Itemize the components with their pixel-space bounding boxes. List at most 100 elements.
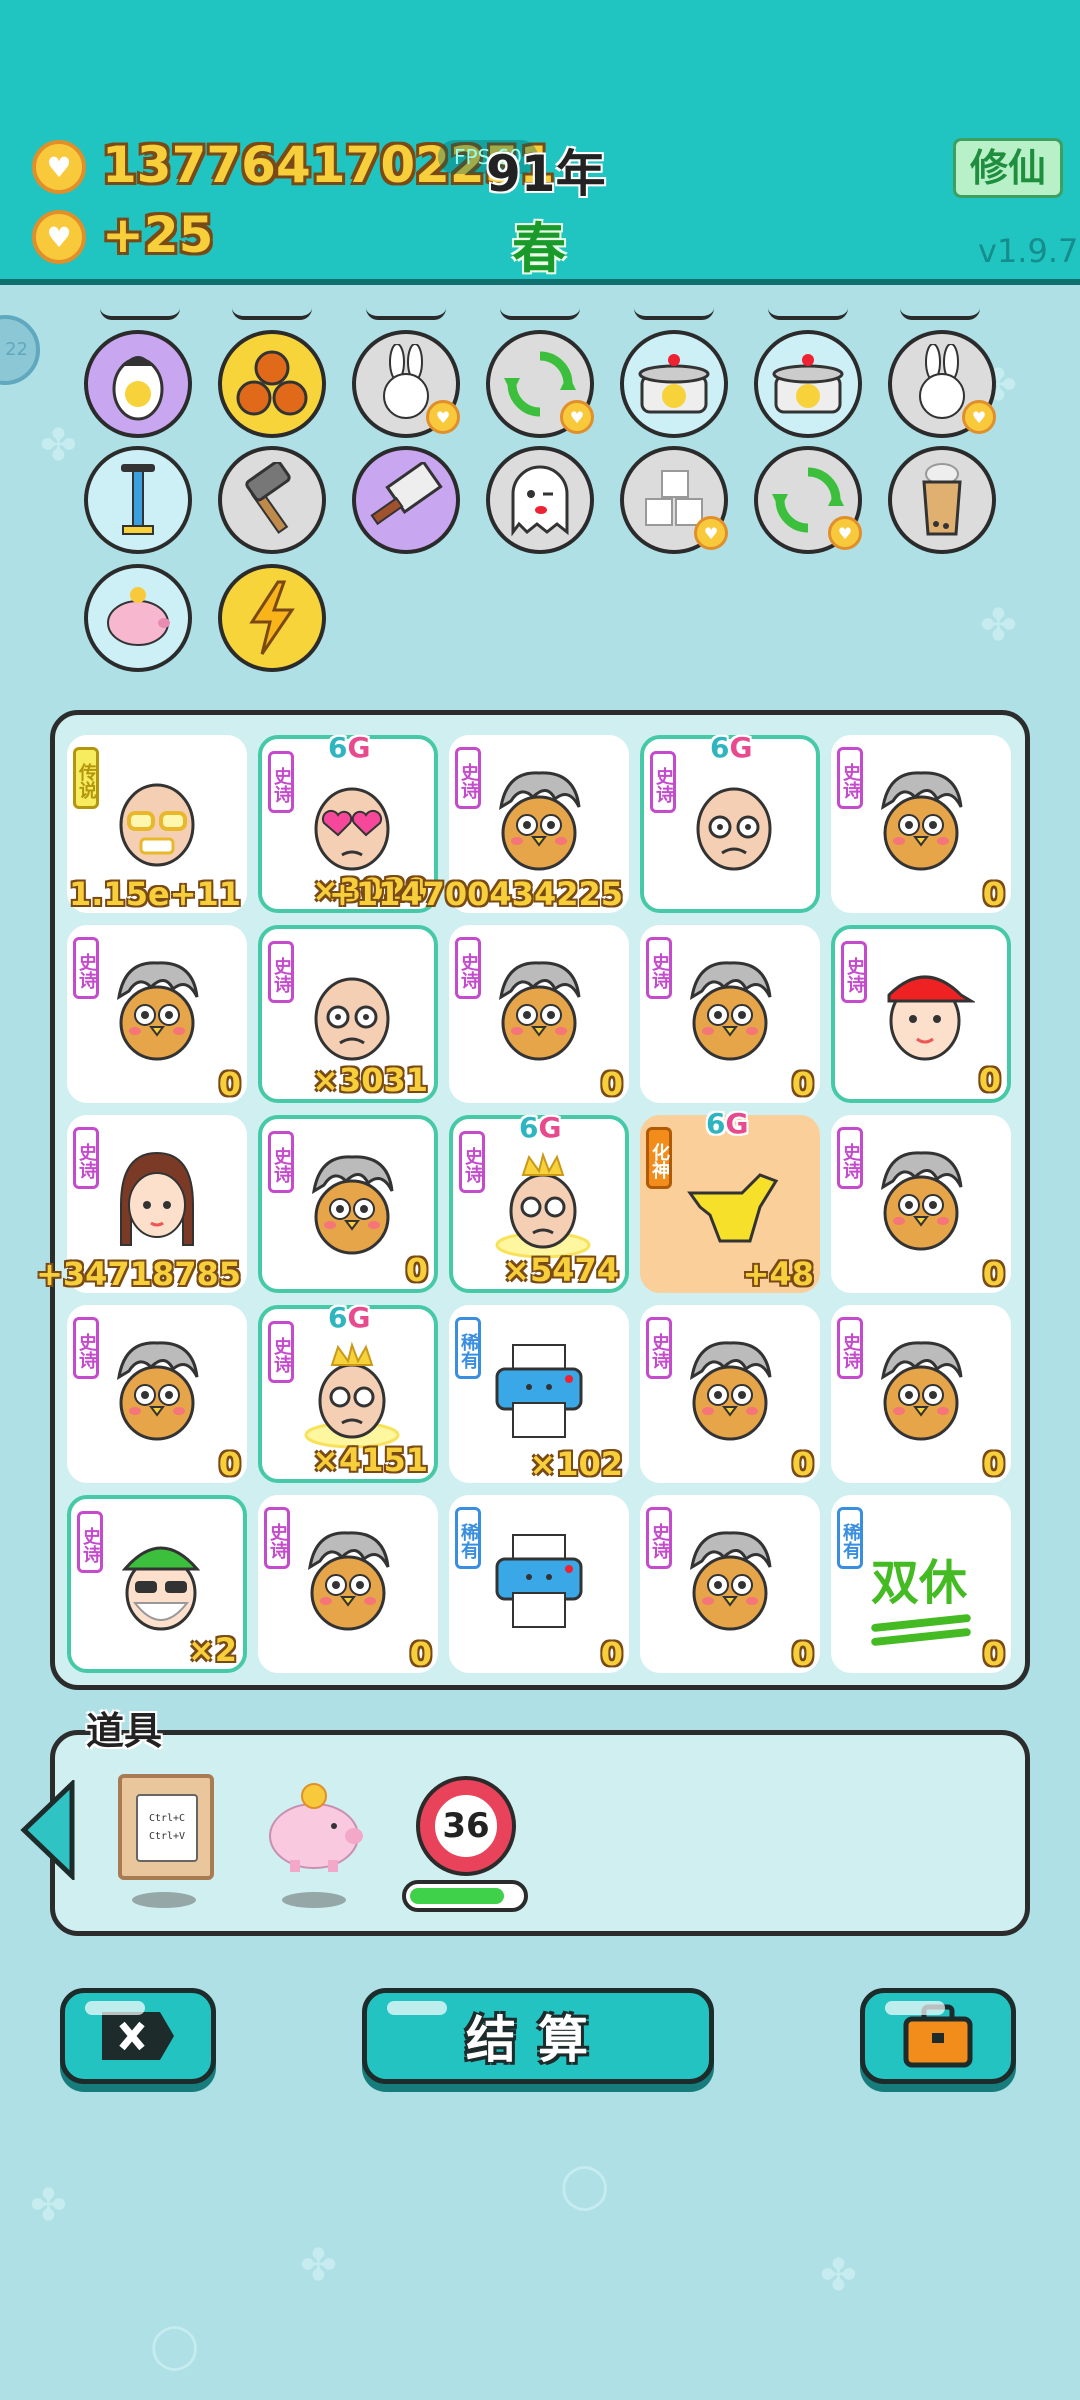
board-cell[interactable]: 史诗 0	[67, 925, 247, 1103]
relic-peek	[500, 308, 580, 320]
egg-person-icon[interactable]	[84, 330, 192, 438]
cultivation-mode-button[interactable]: 修仙	[953, 138, 1063, 198]
chick-gray-hair-icon	[489, 765, 589, 875]
timer-progress-bar	[402, 1880, 528, 1912]
lightning-icon[interactable]	[218, 564, 326, 672]
inventory-button[interactable]	[860, 1988, 1016, 2084]
cell-count: 0	[218, 1445, 241, 1483]
rarity-tag: 史诗	[646, 1507, 672, 1569]
chick-gray-hair-icon	[680, 955, 780, 1065]
board-cell[interactable]: 史诗 ×3031	[258, 925, 438, 1103]
income-heart-icon: ♥	[32, 210, 86, 264]
relic-peek	[634, 308, 714, 320]
board-cell[interactable]: 6G 史诗	[640, 731, 820, 913]
income-per-turn: +25	[102, 206, 214, 264]
rarity-tag: 稀有	[837, 1507, 863, 1569]
board-cell[interactable]: 6G 化神 +48	[640, 1107, 820, 1293]
boy-red-cap-icon	[875, 959, 977, 1069]
settle-button[interactable]: 结算	[362, 1988, 714, 2084]
ghost-icon[interactable]	[486, 446, 594, 554]
board-cell[interactable]: 史诗 0	[258, 1495, 438, 1673]
board-cell[interactable]: 史诗 0	[449, 925, 629, 1103]
chick-gray-hair-icon	[680, 1525, 780, 1635]
board-cell[interactable]: 史诗 0	[831, 925, 1011, 1103]
board-cell[interactable]: 稀有 0	[449, 1495, 629, 1673]
cell-count: 0	[791, 1635, 814, 1673]
chick-gray-hair-icon	[489, 955, 589, 1065]
board-cell[interactable]: 史诗 0	[831, 1115, 1011, 1293]
board-cell[interactable]: 史诗 0	[831, 1305, 1011, 1483]
clipboard-paper: Ctrl+C Ctrl+V	[136, 1794, 198, 1862]
sugar-cubes-icon[interactable]: ♥	[620, 446, 728, 554]
rabbit-icon[interactable]: ♥	[888, 330, 996, 438]
rarity-tag: 史诗	[455, 937, 481, 999]
rabbit-icon[interactable]: ♥	[352, 330, 460, 438]
duck-pot-icon[interactable]	[620, 330, 728, 438]
board-cell[interactable]: 史诗 +34718785	[36, 1115, 247, 1293]
bg-flower-icon: ✤	[40, 420, 77, 471]
basketballs-icon[interactable]	[218, 330, 326, 438]
hammer-icon[interactable]	[218, 446, 326, 554]
rarity-tag: 史诗	[646, 1317, 672, 1379]
cell-count: 1.15e+11	[69, 875, 241, 913]
rarity-tag: 稀有	[455, 1317, 481, 1379]
board-cell[interactable]: 史诗 0	[640, 1495, 820, 1673]
board-cell[interactable]: 史诗 ×2	[67, 1495, 247, 1673]
board-cell[interactable]: 史诗 0	[831, 735, 1011, 913]
bg-flower-icon: ✤	[820, 2250, 857, 2301]
cell-count: ×2	[187, 1631, 237, 1669]
chick-gray-hair-icon	[302, 1149, 402, 1259]
cell-count: ×3031	[312, 1061, 428, 1099]
pointing-hand-icon	[680, 1145, 780, 1255]
king-old-man-icon	[302, 1339, 402, 1449]
chick-gray-hair-icon	[871, 1335, 971, 1445]
item-shadow	[132, 1892, 196, 1908]
board-cell[interactable]: 史诗 0	[640, 1305, 820, 1483]
cell-count: +48	[742, 1255, 814, 1293]
chick-gray-hair-icon	[871, 765, 971, 875]
rarity-tag: 史诗	[650, 751, 676, 813]
board-cell[interactable]: 史诗 0	[258, 1115, 438, 1293]
rarity-tag: 史诗	[73, 937, 99, 999]
cell-count: 0	[978, 1061, 1001, 1099]
bg-ring-icon: ◯	[560, 2160, 610, 2211]
duck-pot-icon[interactable]	[754, 330, 862, 438]
piggy-bank-icon[interactable]	[84, 564, 192, 672]
close-button[interactable]	[60, 1988, 216, 2084]
pump-icon[interactable]	[84, 446, 192, 554]
relic-peek	[768, 308, 848, 320]
chick-gray-hair-icon	[107, 1335, 207, 1445]
items-title: 道具	[86, 1709, 163, 1753]
chick-gray-hair-icon	[871, 1145, 971, 1255]
timer-item[interactable]: 36	[416, 1776, 516, 1876]
rarity-tag: 史诗	[455, 747, 481, 809]
cleaver-icon[interactable]	[352, 446, 460, 554]
clipboard-item[interactable]: Ctrl+C Ctrl+V	[118, 1774, 214, 1880]
heart-badge-icon: ♥	[694, 516, 728, 550]
double-rest-icon: 双休	[870, 1525, 972, 1647]
clipboard-copy-text: Ctrl+C	[148, 1813, 186, 1824]
cell-count: 0	[982, 875, 1005, 913]
year-label: 91年	[486, 145, 606, 203]
recycle-icon[interactable]: ♥	[486, 330, 594, 438]
coin-heart-icon: ♥	[32, 140, 86, 194]
recycle-icon[interactable]: ♥	[754, 446, 862, 554]
board-cell[interactable]: 稀有 ×102	[449, 1305, 629, 1483]
piggy-bank-item-icon[interactable]	[262, 1780, 366, 1876]
board-cell[interactable]: 稀有 双休 0	[831, 1495, 1011, 1673]
cell-count: 0	[982, 1445, 1005, 1483]
rarity-tag: 史诗	[268, 751, 294, 813]
board-cell[interactable]: 6G 史诗 ×5474	[449, 1111, 629, 1293]
board-cell[interactable]: 史诗 0	[67, 1305, 247, 1483]
board-cell[interactable]: 6G 史诗 ×4151	[258, 1301, 438, 1483]
rarity-tag: 传说	[73, 747, 99, 809]
board-cell[interactable]: 史诗 +114700434225	[329, 735, 629, 913]
bubble-tea-icon[interactable]	[888, 446, 996, 554]
chick-gray-hair-icon	[298, 1525, 398, 1635]
board-cell[interactable]: 史诗 0	[640, 925, 820, 1103]
board-cell[interactable]: 传说 1.15e+11	[67, 735, 247, 913]
left-arrow-button[interactable]	[18, 1778, 78, 1882]
top-bar: ♥ 1377641702251 FPS 60 91年 ♥ +25 春 修仙 v1…	[0, 0, 1080, 285]
side-badge[interactable]: 22	[0, 315, 40, 385]
item-shadow	[282, 1892, 346, 1908]
